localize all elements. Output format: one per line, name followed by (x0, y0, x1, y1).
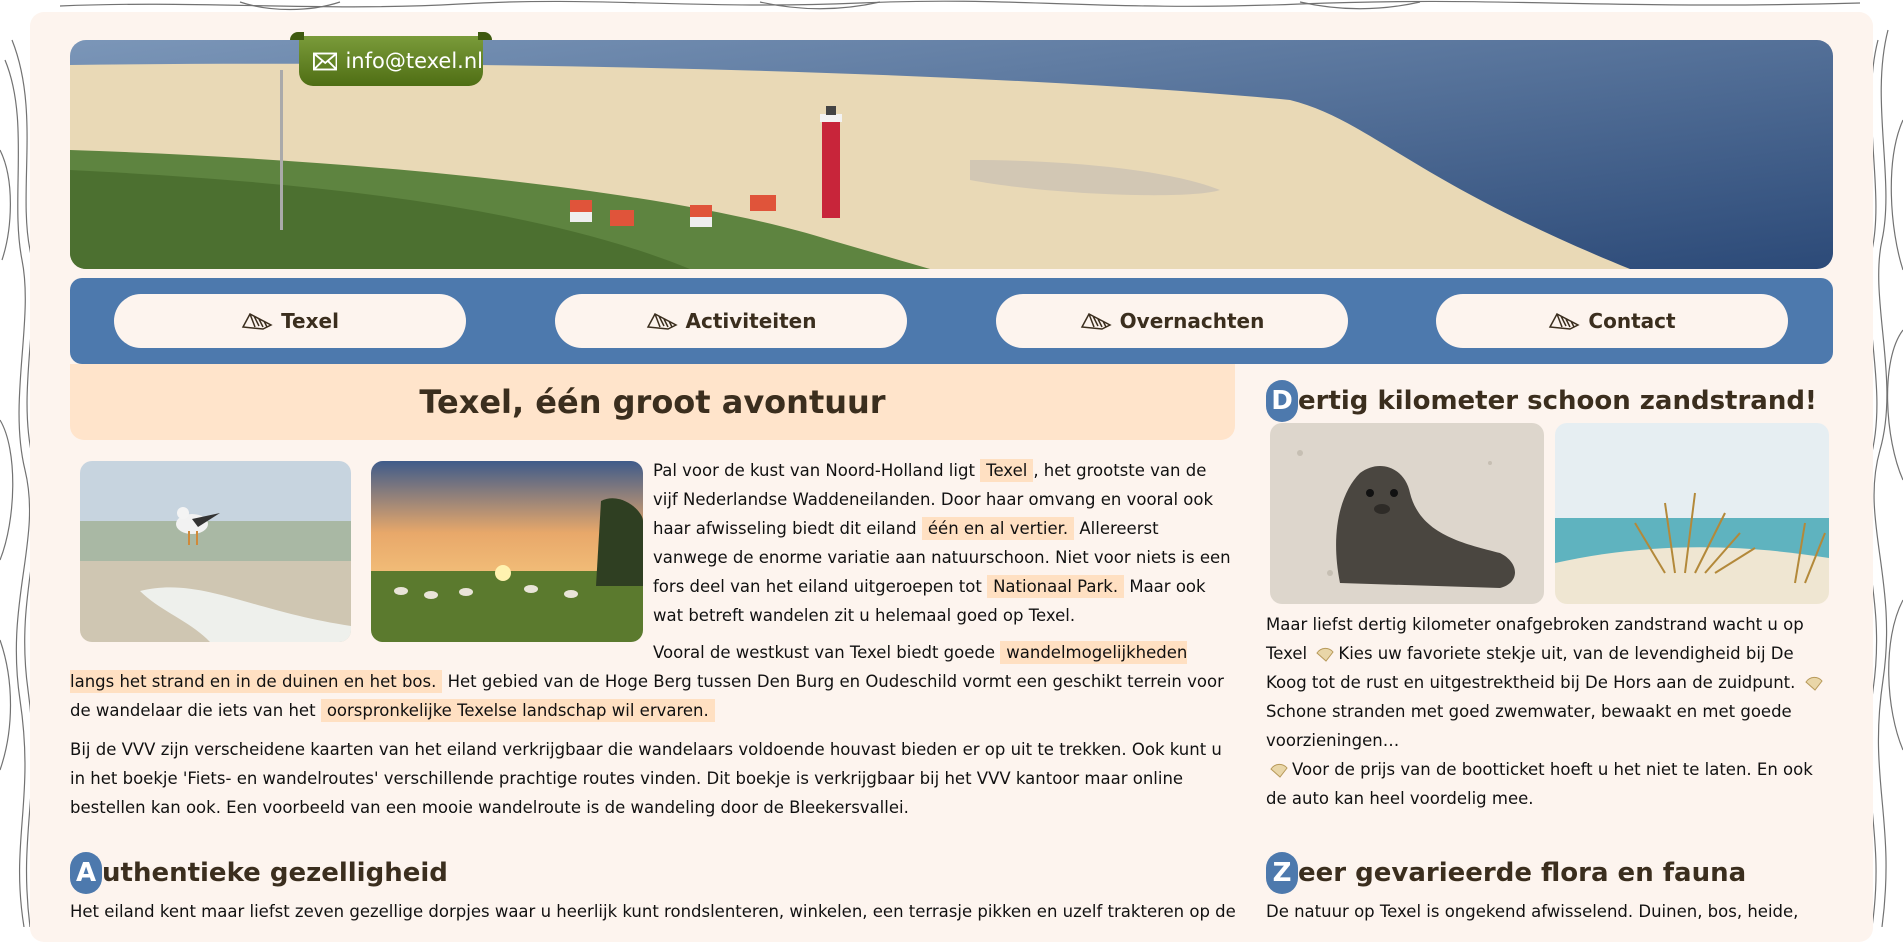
text-run: Pal voor de kust van Noord-Holland ligt (653, 461, 975, 480)
beach-paragraph: Maar liefst dertig kilometer onafgebroke… (1266, 610, 1831, 813)
nav-item-label: Overnachten (1119, 309, 1265, 333)
sunset-sheep-photo (371, 461, 643, 642)
heading-text: eer gevarieerde flora en fauna (1298, 858, 1747, 888)
nav-item-label: Texel (281, 309, 339, 333)
highlight-texel: Texel (980, 459, 1034, 482)
text-run: Kies uw favoriete stekje uit, van de lev… (1266, 644, 1796, 692)
heading-text: ertig kilometer schoon zandstrand! (1298, 386, 1817, 416)
nav-item-label: Activiteiten (685, 309, 817, 333)
shell-icon (1549, 312, 1581, 330)
cozy-heading: Authentieke gezelligheid (70, 852, 448, 894)
highlight-nationaal-park: Nationaal Park. (987, 575, 1125, 598)
nav-item-activiteiten[interactable]: Activiteiten (555, 294, 907, 348)
text-run: Vooral de westkust van Texel biedt goede (653, 643, 996, 662)
intro-paragraph: Pal voor de kust van Noord-Holland ligt … (653, 456, 1233, 630)
main-navigation: Texel Activiteiten Overnachten Contact (70, 278, 1833, 364)
email-contact-tab[interactable]: info@texel.nl (290, 32, 492, 86)
text-run: Voor de prijs van de bootticket hoeft u … (1266, 760, 1813, 808)
text-run: De natuur op Texel is ongekend afwissele… (1266, 902, 1799, 921)
seal-photo (1270, 423, 1544, 604)
text-run: Schone stranden met goed zwemwater, bewa… (1266, 702, 1792, 750)
page-title-text: Texel, één groot avontuur (419, 383, 886, 421)
nav-item-contact[interactable]: Contact (1436, 294, 1788, 348)
seagull-photo (80, 461, 351, 642)
nature-heading: Zeer gevarieerde flora en fauna (1266, 852, 1746, 894)
text-run: Bij de VVV zijn verscheidene kaarten van… (70, 740, 1222, 817)
beach-heading: Dertig kilometer schoon zandstrand! (1266, 380, 1817, 422)
text-run: Het eiland kent maar liefst zeven gezell… (70, 902, 1235, 921)
nav-item-label: Contact (1588, 309, 1676, 333)
shell-icon (1316, 647, 1335, 662)
page-title: Texel, één groot avontuur (70, 364, 1235, 440)
shell-icon (1270, 763, 1288, 778)
drop-cap: D (1266, 380, 1298, 422)
nav-item-texel[interactable]: Texel (114, 294, 466, 348)
nav-item-overnachten[interactable]: Overnachten (996, 294, 1348, 348)
nature-paragraph: De natuur op Texel is ongekend afwissele… (1266, 897, 1831, 926)
drop-cap: A (70, 852, 102, 894)
vvv-paragraph: Bij de VVV zijn verscheidene kaarten van… (70, 735, 1235, 822)
drop-cap: Z (1266, 852, 1298, 894)
shell-icon (241, 312, 273, 330)
shell-icon (1080, 312, 1112, 330)
email-address: info@texel.nl (345, 49, 483, 73)
highlight-landschap: oorspronkelijke Texelse landschap wil er… (320, 699, 715, 722)
highlight-vertier: één en al vertier. (921, 517, 1075, 540)
envelope-icon (313, 52, 338, 70)
cozy-paragraph: Het eiland kent maar liefst zeven gezell… (70, 897, 1235, 926)
dune-grass-photo (1555, 423, 1829, 604)
heading-text: uthentieke gezelligheid (102, 858, 448, 888)
shell-icon (1804, 676, 1823, 691)
westkust-paragraph: Vooral de westkust van Texel biedt goede… (70, 638, 1235, 725)
shell-icon (646, 312, 678, 330)
